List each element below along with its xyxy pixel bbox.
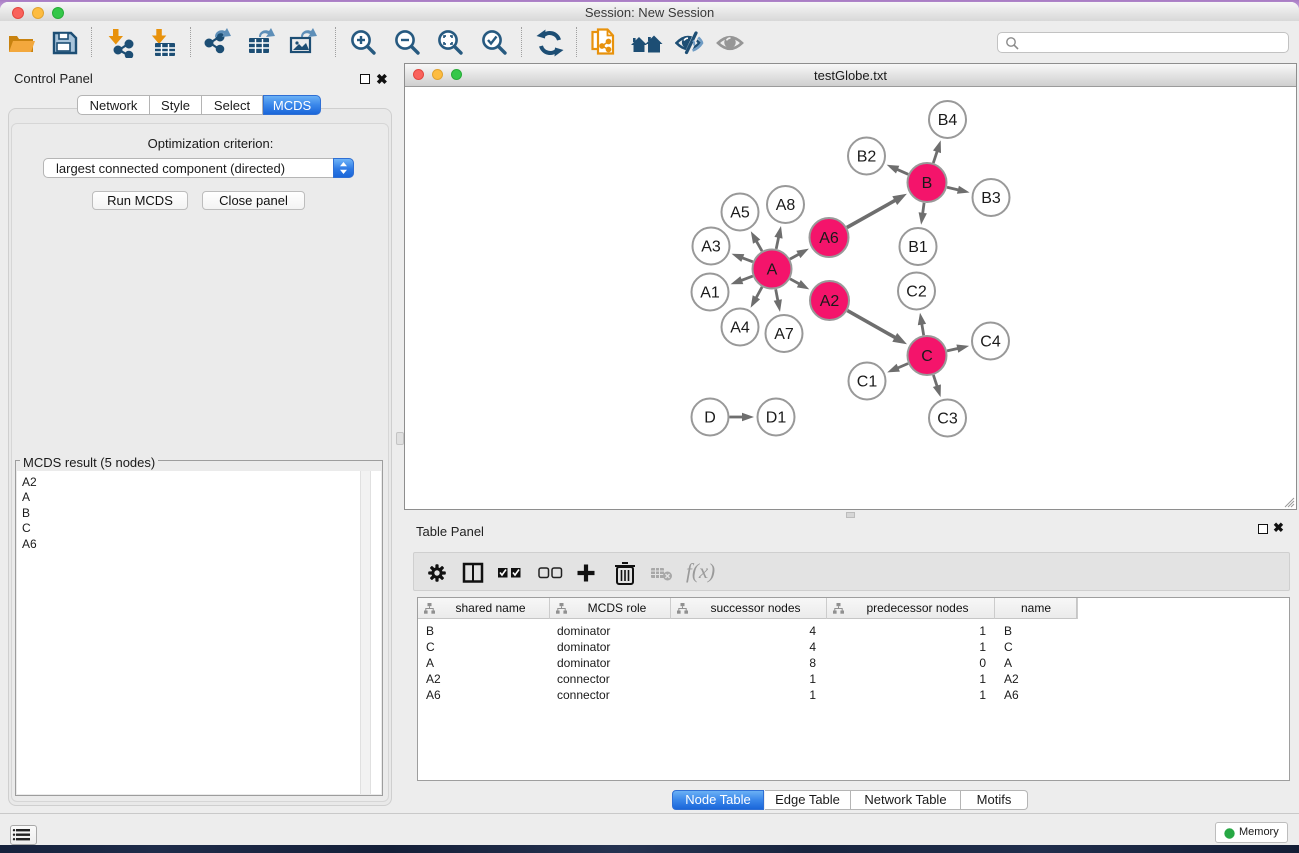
svg-text:A: A: [767, 262, 778, 279]
svg-text:A6: A6: [819, 230, 839, 247]
svg-text:A4: A4: [730, 320, 750, 337]
svg-text:C4: C4: [980, 334, 1001, 351]
svg-text:A3: A3: [701, 239, 721, 256]
svg-text:B1: B1: [908, 239, 928, 256]
svg-text:B4: B4: [938, 112, 958, 129]
svg-text:A8: A8: [776, 197, 796, 214]
svg-text:B2: B2: [857, 149, 877, 166]
svg-text:A5: A5: [730, 205, 750, 222]
svg-text:A1: A1: [700, 285, 720, 302]
svg-text:A7: A7: [774, 326, 794, 343]
svg-text:D: D: [704, 410, 716, 427]
svg-text:C3: C3: [937, 411, 958, 428]
svg-text:C2: C2: [906, 284, 927, 301]
svg-text:B3: B3: [981, 190, 1001, 207]
svg-text:C1: C1: [857, 374, 878, 391]
svg-text:B: B: [922, 175, 933, 192]
svg-text:A2: A2: [820, 293, 840, 310]
svg-text:C: C: [921, 348, 933, 365]
svg-text:D1: D1: [766, 410, 787, 427]
